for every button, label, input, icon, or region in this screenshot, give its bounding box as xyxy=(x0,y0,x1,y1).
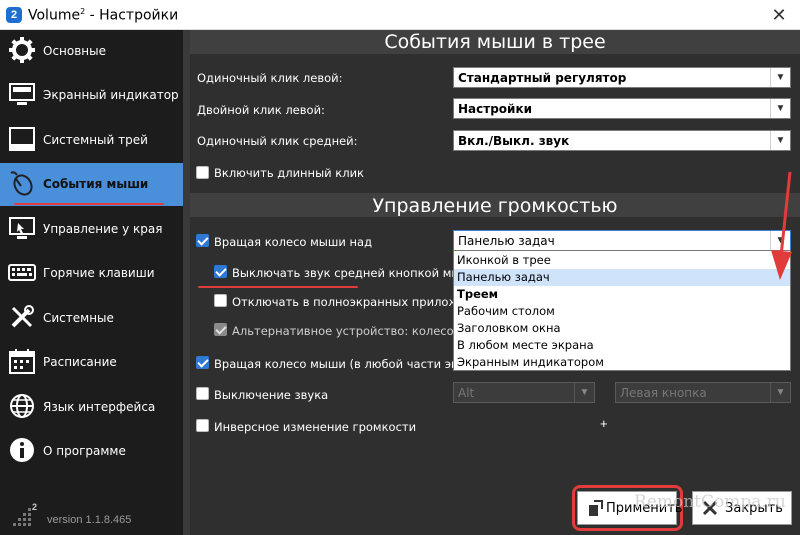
red-arrow-annotation xyxy=(771,171,792,280)
gear-icon xyxy=(9,37,35,63)
title-bar: 2 Volume2 - Настройки ✕ xyxy=(0,0,800,30)
chevron-down-icon: ▼ xyxy=(770,131,790,150)
sidebar-item-label: Системные xyxy=(43,311,114,325)
tray-window-icon xyxy=(9,127,35,151)
sidebar-item-hotkeys[interactable]: Горячие клавиши xyxy=(0,252,183,295)
settings-window: Основные Экранный индикатор Системный тр… xyxy=(0,30,800,535)
mute-key-select[interactable]: Alt ▼ xyxy=(453,382,595,403)
window-title: Volume2 - Настройки xyxy=(28,7,179,24)
sidebar-item-label: О программе xyxy=(43,444,126,458)
disable-fullscreen-checkbox[interactable] xyxy=(214,294,227,307)
dropdown-option[interactable]: В любом месте экрана xyxy=(454,337,790,354)
globe-icon xyxy=(10,394,34,418)
long-click-checkbox[interactable] xyxy=(196,166,209,179)
sidebar-divider xyxy=(183,30,190,535)
double-click-label: Двойной клик левой: xyxy=(197,103,325,117)
inverse-label: Инверсное изменение громкости xyxy=(214,420,417,434)
plus-sign: + xyxy=(600,416,608,431)
sidebar-item-label: Системный трей xyxy=(43,133,148,147)
wheel-over-checkbox[interactable] xyxy=(196,234,209,247)
sidebar-item-language[interactable]: Язык интерфейса xyxy=(0,386,183,429)
dropdown-option[interactable]: Треем xyxy=(454,286,790,303)
alt-device-checkbox[interactable] xyxy=(214,323,227,336)
mute-middle-checkbox[interactable] xyxy=(214,265,227,278)
mute-checkbox[interactable] xyxy=(196,387,209,400)
chevron-down-icon: ▼ xyxy=(770,68,790,87)
inverse-checkbox[interactable] xyxy=(196,419,209,432)
wheel-over-select[interactable]: Панелью задач ▼ xyxy=(453,230,791,251)
sidebar-item-label: Экранный индикатор xyxy=(43,88,179,102)
dropdown-option[interactable]: Рабочим столом xyxy=(454,303,790,320)
sidebar-item-label: Расписание xyxy=(43,355,117,369)
tools-icon xyxy=(11,305,34,328)
mute-middle-label: Выключать звук средней кнопкой мыши xyxy=(232,266,479,280)
alt-device-label: Альтернативное устройство: колесо мыш xyxy=(232,324,486,338)
wheel-anywhere-checkbox[interactable] xyxy=(196,356,209,369)
sidebar-item-label: Горячие клавиши xyxy=(43,266,155,280)
version-badge: 2 xyxy=(32,502,38,512)
double-click-select[interactable]: Настройки ▼ xyxy=(453,98,791,119)
highlight-underline xyxy=(198,286,358,288)
dropdown-option-selected[interactable]: Панелью задач xyxy=(454,269,790,286)
middle-click-select[interactable]: Вкл./Выкл. звук ▼ xyxy=(453,130,791,151)
sidebar: Основные Экранный индикатор Системный тр… xyxy=(0,30,183,535)
mute-button-select[interactable]: Левая кнопка ▼ xyxy=(615,382,791,403)
wheel-over-label: Вращая колесо мыши над xyxy=(214,235,373,249)
chevron-down-icon: ▼ xyxy=(770,99,790,118)
sidebar-item-about[interactable]: О программе xyxy=(0,430,183,473)
sidebar-item-label: Управление у края xyxy=(43,222,163,236)
apply-icon xyxy=(589,500,603,516)
wheel-over-dropdown-list: Иконкой в трее Панелью задач Треем Рабоч… xyxy=(453,250,791,371)
sidebar-item-system[interactable]: Системные xyxy=(0,297,183,340)
active-item-highlight xyxy=(14,203,164,205)
sidebar-item-mouse-events[interactable]: События мыши xyxy=(0,163,183,206)
chevron-down-icon: ▼ xyxy=(574,383,594,402)
sidebar-item-label: События мыши xyxy=(43,177,149,191)
left-click-select[interactable]: Стандартный регулятор ▼ xyxy=(453,67,791,88)
version-label: version 1.1.8.465 xyxy=(47,514,132,526)
section-title-volume-control: Управление громкостью xyxy=(372,195,618,217)
screen-edge-icon xyxy=(9,217,35,239)
close-window-button[interactable]: ✕ xyxy=(768,4,790,26)
app-icon: 2 xyxy=(6,7,22,23)
section-title-mouse-events: События мыши в трее xyxy=(384,31,606,53)
mouse-icon xyxy=(10,171,33,196)
middle-click-label: Одиночный клик средней: xyxy=(197,134,358,148)
dropdown-option[interactable]: Экранным индикатором xyxy=(454,354,790,371)
wheel-anywhere-label: Вращая колесо мыши (в любой части экрана… xyxy=(214,357,492,371)
sidebar-item-general[interactable]: Основные xyxy=(0,30,183,73)
keyboard-icon xyxy=(8,264,36,281)
info-icon xyxy=(10,438,34,462)
sidebar-item-label: Основные xyxy=(43,44,107,58)
sidebar-item-screen-edge[interactable]: Управление у края xyxy=(0,208,183,251)
dropdown-option[interactable]: Заголовком окна xyxy=(454,320,790,337)
sidebar-item-osd[interactable]: Экранный индикатор xyxy=(0,74,183,117)
sidebar-item-label: Язык интерфейса xyxy=(43,400,156,414)
left-click-label: Одиночный клик левой: xyxy=(197,71,343,85)
long-click-label: Включить длинный клик xyxy=(214,166,365,180)
watermark: RemontCompa.ru xyxy=(634,492,786,512)
sidebar-item-tray[interactable]: Системный трей xyxy=(0,119,183,162)
dropdown-option[interactable]: Иконкой в трее xyxy=(454,252,790,269)
monitor-icon xyxy=(9,83,35,105)
calendar-icon xyxy=(9,349,35,374)
chevron-down-icon: ▼ xyxy=(770,383,790,402)
mute-label: Выключение звука xyxy=(214,388,329,402)
sidebar-item-schedule[interactable]: Расписание xyxy=(0,341,183,384)
